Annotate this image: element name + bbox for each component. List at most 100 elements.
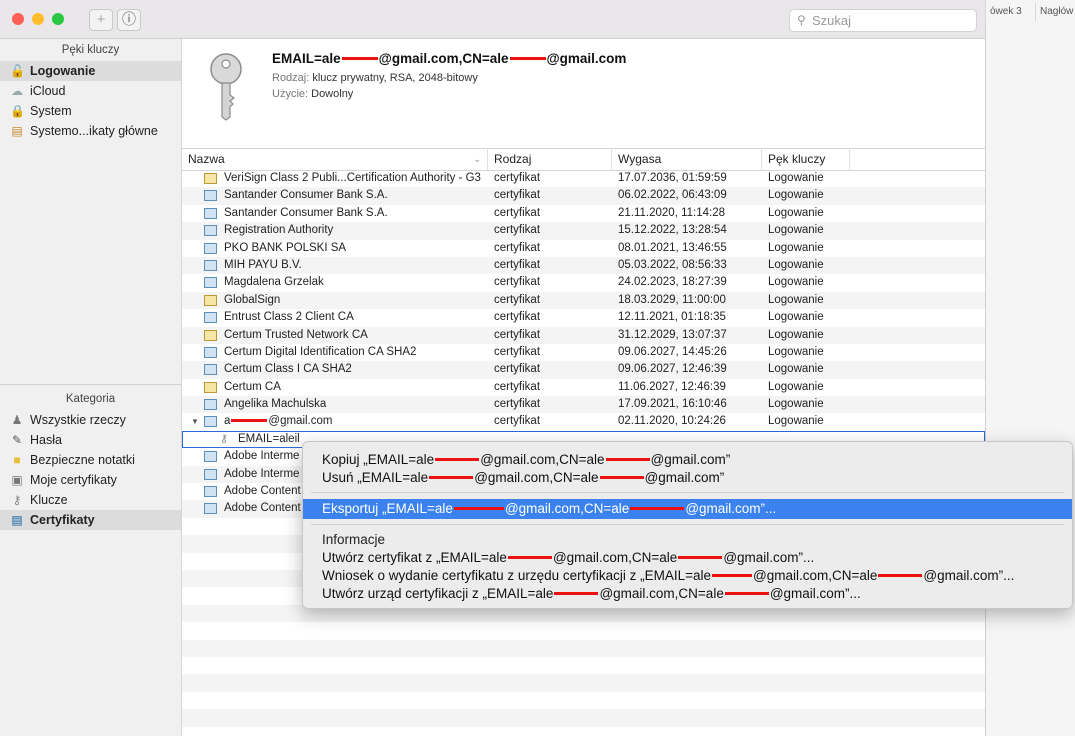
sidebar-category-4[interactable]: ⚷ Klucze <box>0 490 181 510</box>
cell-keychain: Logowanie <box>768 311 824 324</box>
certificate-icon: ▤ <box>11 513 23 527</box>
background-tab[interactable]: ówek 3 <box>985 3 1030 21</box>
column-header-name[interactable]: Nazwa ⌄ <box>182 149 488 170</box>
certificate-icon <box>204 277 217 289</box>
item-info-panel: EMAIL=ale @gmail.com,CN=ale @gmail.com Rod… <box>182 39 985 149</box>
keychains-list: 🔓 Logowanie ☁ iCloud 🔒 System ▤ Systemo...ikaty… <box>0 61 181 141</box>
certificate-icon <box>204 225 217 237</box>
sidebar-category-0[interactable]: ♟ Wszystkie rzeczy <box>0 410 181 430</box>
category-header: Kategoria <box>65 393 116 405</box>
table-row[interactable]: Entrust Class 2 Client CA certyfikat 12.11… <box>182 309 985 326</box>
certificate-icon <box>204 486 217 498</box>
item-title: EMAIL=ale @gmail.com,CN=ale @gmail.com <box>272 51 627 66</box>
cell-kind: certyfikat <box>494 415 541 428</box>
sidebar-category-2[interactable]: ■ Bezpieczne notatki <box>0 450 181 470</box>
sidebar-category-1[interactable]: ✎ Hasła <box>0 430 181 450</box>
cell-name: Certum Class I CA SHA2 <box>224 363 352 376</box>
column-header-keychain[interactable]: Pęk kluczy <box>762 149 850 170</box>
search-field[interactable]: ⚲ Szukaj <box>789 9 977 32</box>
certificate-icon <box>204 190 217 202</box>
cell-name: Magdalena Grzelak <box>224 276 324 289</box>
table-row[interactable]: Angelika Machulska certyfikat 17.09.2021, … <box>182 396 985 414</box>
menu-item-delete[interactable]: Usuń „EMAIL=ale @gmail.com,CN=ale @gmail.c… <box>303 468 1072 488</box>
people-icon: ♟ <box>11 413 23 427</box>
sidebar-keychain-0[interactable]: 🔓 Logowanie <box>0 61 181 81</box>
cell-name: VeriSign Class 2 Publi...Certification A… <box>224 172 481 184</box>
empty-row <box>182 639 985 657</box>
cell-expires: 31.12.2029, 13:07:37 <box>618 328 727 341</box>
disclosure-triangle-icon[interactable]: ▼ <box>191 413 199 430</box>
table-row[interactable]: Certum CA certyfikat 11.06.2027, 12:46:39 L… <box>182 379 985 396</box>
cell-kind: certyfikat <box>494 345 541 358</box>
table-row[interactable]: Magdalena Grzelak certyfikat 24.02.2023, 1… <box>182 274 985 291</box>
empty-row <box>182 692 985 709</box>
table-row[interactable]: ▼ a @gmail.com certyfikat 02.11.2020, 10:24:… <box>182 413 985 430</box>
column-header-expires[interactable]: Wygasa <box>612 149 762 170</box>
sidebar-item-label: Certyfikaty <box>30 513 95 527</box>
table-row[interactable]: PKO BANK POLSKI SA certyfikat 08.01.2021, … <box>182 240 985 257</box>
close-window-button[interactable] <box>12 13 24 25</box>
cell-name: MIH PAYU B.V. <box>224 258 302 271</box>
cell-keychain: Logowanie <box>768 380 824 393</box>
pencil-icon: ✎ <box>11 433 23 447</box>
category-list: ♟ Wszystkie rzeczy ✎ Hasła ■ Bezpieczne notat… <box>0 410 181 530</box>
table-row[interactable]: Certum Trusted Network CA certyfikat 31.12… <box>182 326 985 344</box>
lock-open-icon: 🔓 <box>10 64 25 78</box>
table-row[interactable]: GlobalSign certyfikat 18.03.2029, 11:00:00… <box>182 291 985 310</box>
menu-item-info[interactable]: Informacje <box>303 530 1072 550</box>
table-row[interactable]: Certum Digital Identification CA SHA2 cer… <box>182 344 985 361</box>
my-cert-icon: ▣ <box>11 473 23 487</box>
cell-keychain: Logowanie <box>768 398 824 411</box>
sidebar-category-5[interactable]: ▤ Certyfikaty <box>0 510 181 530</box>
menu-item-export[interactable]: Eksportuj „EMAIL=ale @gmail.com,CN=ale @gm… <box>303 499 1072 519</box>
add-item-button[interactable]: + <box>89 9 113 31</box>
cell-name: Certum Trusted Network CA <box>224 328 368 341</box>
table-row[interactable]: Certum Class I CA SHA2 certyfikat 09.06.20… <box>182 361 985 379</box>
table-row[interactable]: MIH PAYU B.V. certyfikat 05.03.2022, 08:56… <box>182 256 985 275</box>
certificate-icon <box>204 399 217 411</box>
cell-expires: 11.06.2027, 12:46:39 <box>618 380 726 393</box>
table-row[interactable]: Registration Authority certyfikat 15.12.20… <box>182 222 985 240</box>
menu-item-create-certificate[interactable]: Utwórz certyfikat z „EMAIL=ale @gmail.com… <box>303 548 1072 568</box>
sidebar-item-label: System <box>30 104 72 118</box>
cell-expires: 12.11.2021, 01:18:35 <box>618 311 726 324</box>
cell-name: Entrust Class 2 Client CA <box>224 311 354 324</box>
cell-kind: certyfikat <box>494 380 541 393</box>
sidebar-item-label: iCloud <box>30 84 66 98</box>
sidebar-item-label: Systemo...ikaty główne <box>30 124 158 138</box>
cell-keychain: Logowanie <box>768 241 824 254</box>
minimize-window-button[interactable] <box>32 13 44 25</box>
table-row[interactable]: Santander Consumer Bank S.A. certyfikat 06… <box>182 187 985 205</box>
sidebar-keychain-3[interactable]: ▤ Systemo...ikaty główne <box>0 121 181 141</box>
cell-expires: 17.07.2036, 01:59:59 <box>618 172 727 184</box>
cell-kind: certyfikat <box>494 311 541 324</box>
sidebar-item-label: Logowanie <box>30 64 96 78</box>
info-button[interactable]: ⓘ <box>117 9 141 31</box>
keychain-window: + ⓘ ⚲ Szukaj Pęki kluczy 🔓 Logowanie ☁ iClo… <box>0 0 986 736</box>
menu-item-copy[interactable]: Kopiuj „EMAIL=ale @gmail.com,CN=ale @gmail… <box>303 450 1072 470</box>
table-row[interactable]: Santander Consumer Bank S.A. certyfikat 21… <box>182 205 985 222</box>
sidebar-keychain-1[interactable]: ☁ iCloud <box>0 81 181 101</box>
menu-item-create-ca[interactable]: Utwórz urząd certyfikacji z „EMAIL=ale @g… <box>303 584 1072 604</box>
certificate-icon <box>204 416 217 428</box>
lock-icon: 🔒 <box>10 104 25 118</box>
cell-expires: 09.06.2027, 14:45:26 <box>618 345 727 358</box>
sidebar-category-3[interactable]: ▣ Moje certyfikaty <box>0 470 181 490</box>
cell-name: Santander Consumer Bank S.A. <box>224 206 388 219</box>
sidebar: Pęki kluczy 🔓 Logowanie ☁ iCloud 🔒 System ▤ Sys… <box>0 39 182 736</box>
item-type: Rodzaj: klucz prywatny, RSA, 2048-bitowy <box>272 72 478 84</box>
table-row[interactable]: VeriSign Class 2 Publi...Certification A… <box>182 170 985 187</box>
cell-expires: 09.06.2027, 12:46:39 <box>618 363 727 376</box>
column-header-kind[interactable]: Rodzaj <box>488 149 612 170</box>
menu-item-request-certificate[interactable]: Wniosek o wydanie certyfikatu z urzędu c… <box>303 566 1072 586</box>
certificate-icon <box>204 312 217 324</box>
background-tab[interactable]: Nagłów <box>1035 3 1075 21</box>
sidebar-keychain-2[interactable]: 🔒 System <box>0 101 181 121</box>
sidebar-divider[interactable] <box>0 384 181 385</box>
cell-keychain: Logowanie <box>768 189 824 202</box>
zoom-window-button[interactable] <box>52 13 64 25</box>
certificate-icon <box>204 294 217 306</box>
item-usage: Użycie: Dowolny <box>272 88 354 100</box>
cell-kind: certyfikat <box>494 293 541 306</box>
certificate-icon <box>204 329 217 341</box>
